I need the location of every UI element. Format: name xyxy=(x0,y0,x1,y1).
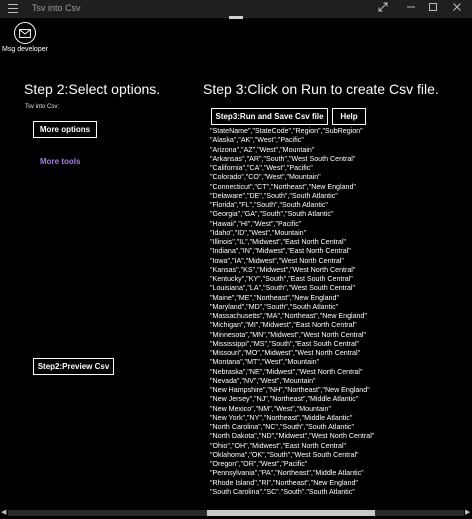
csv-line: "Connecticut","CT","Northeast","New Engl… xyxy=(210,182,356,191)
horizontal-scrollbar[interactable]: ◀ ▶ xyxy=(0,506,472,519)
csv-line: "Illinois","IL","Midwest","East North Ce… xyxy=(210,238,347,246)
csv-line: "Mississippi","MS","South","East South C… xyxy=(210,339,360,348)
csv-line: "Hawaii","HI","West","Pacific" xyxy=(210,219,302,228)
csv-line: "New Jersey","NJ","Northeast","Middle At… xyxy=(210,395,359,404)
step3-heading: Step 3:Click on Run to create Csv file. xyxy=(203,81,439,97)
csv-line: "Nebraska","NE","Midwest","West North Ce… xyxy=(210,367,363,376)
csv-line: "Idaho","ID","West","Mountain" xyxy=(210,228,307,237)
csv-line: "Indiana","IN","Midwest","East North Cen… xyxy=(210,247,351,256)
csv-line: "Missouri","MO","Midwest","West North Ce… xyxy=(210,349,361,357)
hamburger-icon[interactable] xyxy=(8,4,18,13)
help-button[interactable]: Help xyxy=(332,108,366,125)
csv-line: "Iowa","IA","Midwest","West North Centra… xyxy=(210,256,344,265)
scroll-left-icon[interactable]: ◀ xyxy=(1,509,6,516)
csv-line: "Maryland","MD","South","South Atlantic" xyxy=(210,302,339,311)
csv-line: "Kansas","KS","Midwest","West North Cent… xyxy=(210,265,356,274)
csv-line: "Rhode Island","RI","Northeast","New Eng… xyxy=(210,478,358,487)
csv-line: "New Hampshire","NH","Northeast","New En… xyxy=(210,386,370,394)
maximize-icon[interactable] xyxy=(426,2,440,15)
message-developer-button[interactable]: Msg developer xyxy=(0,22,50,53)
csv-line: "Ohio","OH","Midwest","East North Centra… xyxy=(210,441,347,450)
csv-line: "Florida","FL","South","South Atlantic" xyxy=(210,201,328,209)
csv-line: "Massachusetts","MA","Northeast","New En… xyxy=(210,312,367,320)
csv-line: "Arkansas","AR","South","West South Cent… xyxy=(210,154,356,163)
more-options-button[interactable]: More options xyxy=(33,121,97,138)
csv-line: "Delaware","DE","South","South Atlantic" xyxy=(210,191,338,200)
csv-line: "Nevada","NV","West","Mountain" xyxy=(210,376,316,385)
scroll-right-icon[interactable]: ▶ xyxy=(465,509,470,516)
title-bar: Tsv into Csv xyxy=(0,0,472,19)
mail-icon xyxy=(14,22,36,44)
csv-line: "Georgia","GA","South","South Atlantic" xyxy=(210,210,334,219)
csv-line: "North Dakota","ND","Midwest","West Nort… xyxy=(210,432,375,441)
message-developer-label: Msg developer xyxy=(2,46,48,53)
csv-line: "Pennsylvania","PA","Northeast","Middle … xyxy=(210,469,364,478)
close-icon[interactable] xyxy=(450,2,464,15)
csv-line: "Kentucky","KY","South","East South Cent… xyxy=(210,275,353,283)
csv-line: "California","CA","West","Pacific" xyxy=(210,164,313,172)
csv-line: "Michigan","MI","Midwest","East North Ce… xyxy=(210,321,357,330)
csv-line: "Maine","ME","Northeast","New England" xyxy=(210,293,339,302)
drag-handle[interactable] xyxy=(229,16,243,19)
csv-line: "Colorado","CO","West","Mountain" xyxy=(210,173,321,182)
csv-line: "Alaska","AK","West","Pacific" xyxy=(210,136,304,145)
minimize-icon[interactable] xyxy=(404,2,418,15)
csv-line: "Minnesota","MN","Midwest","West North C… xyxy=(210,330,367,339)
step2-heading: Step 2:Select options. xyxy=(24,81,161,97)
scrollbar-thumb[interactable] xyxy=(207,510,375,516)
tsv-into-csv-label: Tsv into Csv: xyxy=(25,104,60,110)
csv-line: "StateName","StateCode","Region","SubReg… xyxy=(210,127,363,135)
csv-line: "South Carolina","SC","South","South Atl… xyxy=(210,487,355,494)
csv-line: "New Mexico","NM","West","Mountain" xyxy=(210,404,331,413)
csv-line: "Oregon","OR","West","Pacific" xyxy=(210,460,308,468)
csv-line: "New York","NY","Northeast","Middle Atla… xyxy=(210,413,353,422)
csv-line: "Arizona","AZ","West","Mountain" xyxy=(210,145,315,154)
csv-output-text[interactable]: "StateName","StateCode","Region","SubReg… xyxy=(210,127,410,494)
run-and-save-button[interactable]: Step3:Run and Save Csv file xyxy=(211,108,328,125)
preview-csv-button[interactable]: Step2:Preview Csv xyxy=(33,358,114,375)
csv-line: "North Carolina","NC","South","South Atl… xyxy=(210,423,354,431)
expand-diagonal-icon[interactable] xyxy=(376,2,390,15)
csv-line: "Oklahoma","OK","South","West South Cent… xyxy=(210,450,359,459)
more-tools-link[interactable]: More tools xyxy=(40,157,80,166)
csv-line: "Montana","MT","West","Mountain" xyxy=(210,358,320,367)
csv-line: "Louisiana","LA","South","West South Cen… xyxy=(210,284,356,293)
window-title: Tsv into Csv xyxy=(32,3,81,13)
